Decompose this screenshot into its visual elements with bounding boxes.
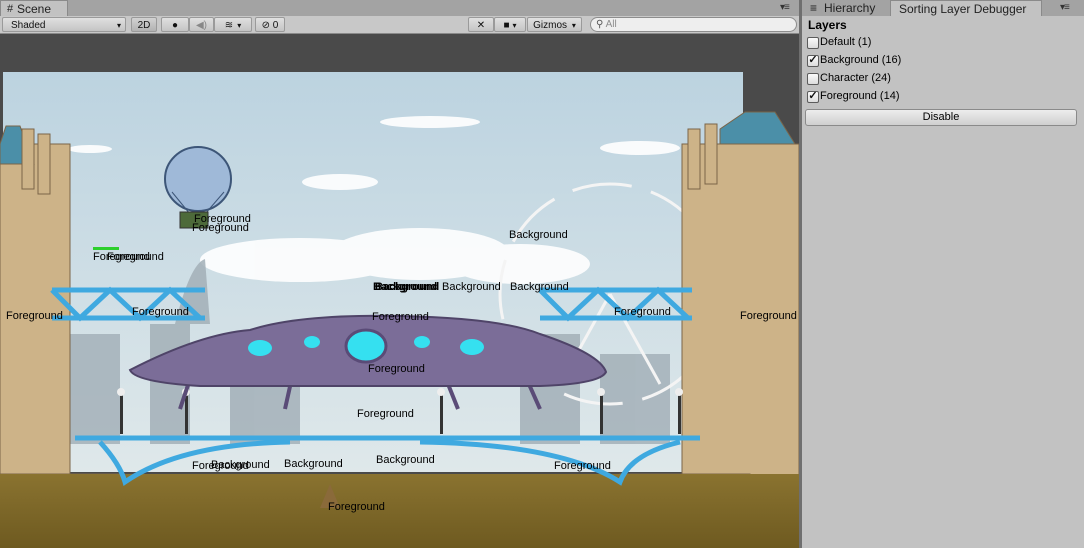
label-foreground-saucer-top: Foreground [372, 311, 429, 323]
layer-checkbox-background[interactable]: ✓ [807, 55, 819, 67]
label-background-bridge-center: Background [376, 454, 435, 466]
scene-menu-icon[interactable]: ▾≡ [780, 2, 790, 13]
label-background-bird: Background [509, 229, 568, 241]
layers-heading: Layers [808, 18, 847, 32]
hidden-objects-toggle[interactable]: ⊘ 0 [255, 17, 285, 32]
draw-mode-dropdown[interactable]: Shaded ▾ [2, 17, 126, 32]
tools-button[interactable]: ✕ [468, 17, 494, 32]
tab-sorting-layer-debugger[interactable]: Sorting Layer Debugger [890, 0, 1042, 17]
layer-checkbox-character[interactable] [807, 73, 819, 85]
layer-checkbox-foreground[interactable]: ✓ [807, 91, 819, 103]
label-background-bold-2: Background [375, 281, 440, 293]
dropdown-arrow-icon: ▾ [571, 21, 576, 30]
lightbulb-icon: ● [171, 20, 179, 31]
label-background-bridge-overlap: Background [211, 459, 270, 471]
tab-scene-label: Scene [17, 2, 52, 16]
dropdown-arrow-icon: ▾ [237, 21, 242, 30]
checkmark-icon: ✓ [808, 90, 818, 102]
mode-2d-toggle[interactable]: 2D [131, 17, 157, 32]
camera-dropdown[interactable]: ■ ▾ [494, 17, 526, 32]
audio-toggle[interactable]: ◀) [189, 17, 214, 32]
dropdown-arrow-icon: ▾ [116, 21, 121, 30]
label-foreground-saucer-mid: Foreground [368, 363, 425, 375]
hidden-count: 0 [272, 20, 279, 31]
label-foreground-walkway-left: Foreground [132, 306, 189, 318]
effects-icon: ≋ [224, 20, 234, 31]
dropdown-arrow-icon: ▾ [512, 21, 517, 30]
layer-label-background: Background (16) [820, 54, 902, 66]
search-icon: ⚲ [596, 19, 604, 30]
search-placeholder: All [605, 19, 617, 30]
checkmark-icon: ✓ [808, 54, 818, 66]
health-bar [93, 247, 119, 250]
disable-button[interactable]: Disable [805, 109, 1077, 126]
camera-icon: ■ [503, 20, 510, 31]
label-background-center-2: Background [442, 281, 501, 293]
tab-scene[interactable]: # Scene [0, 0, 68, 17]
eye-slash-icon: ⊘ [261, 20, 271, 31]
mode-2d-label: 2D [137, 20, 151, 31]
speaker-icon: ◀) [195, 20, 208, 31]
label-foreground-left-2: Foreground [107, 251, 164, 263]
label-background-center-3: Background [510, 281, 569, 293]
label-background-bridge-left: Background [284, 458, 343, 470]
gizmos-label: Gizmos [533, 20, 568, 31]
panel-tabbar: ≡ Hierarchy Sorting Layer Debugger ▾≡ [802, 0, 1084, 17]
label-foreground-crate-2: Foreground [192, 222, 249, 234]
label-foreground-tower-right: Foreground [740, 310, 797, 322]
label-foreground-tower-left: Foreground [6, 310, 63, 322]
layer-checkbox-default[interactable] [807, 37, 819, 49]
gizmos-dropdown[interactable]: Gizmos ▾ [527, 17, 582, 32]
scene-toolbar: Shaded ▾ 2D ● ◀) ≋ ▾ ⊘ 0 ✕ ■ ▾ Gizmos ▾ ⚲ … [0, 16, 799, 34]
layer-label-character: Character (24) [820, 72, 891, 84]
grid-icon: # [7, 3, 14, 15]
scene-view[interactable]: Foreground Foreground Foreground Foregro… [0, 34, 799, 548]
layer-label-default: Default (1) [820, 36, 872, 48]
river [0, 474, 799, 548]
scene-search-input[interactable]: ⚲ All [590, 17, 797, 32]
list-icon: ≡ [810, 1, 818, 15]
sorting-layer-debugger-panel: Layers Default (1) ✓ Background (16) Cha… [802, 16, 1084, 548]
tab-hierarchy-label: Hierarchy [824, 1, 876, 15]
lighting-toggle[interactable]: ● [161, 17, 189, 32]
wrench-icon: ✕ [476, 20, 486, 31]
layer-label-foreground: Foreground (14) [820, 90, 900, 102]
label-foreground-water: Foreground [328, 501, 385, 513]
label-foreground-bridge-right: Foreground [554, 460, 611, 472]
draw-mode-value: Shaded [11, 20, 46, 31]
tab-debugger-label: Sorting Layer Debugger [899, 2, 1027, 16]
panel-menu-icon[interactable]: ▾≡ [1060, 2, 1070, 13]
scene-tabbar: # Scene ▾≡ [0, 0, 799, 17]
label-foreground-walkway-right: Foreground [614, 306, 671, 318]
label-foreground-saucer-low: Foreground [357, 408, 414, 420]
effects-dropdown[interactable]: ≋ ▾ [214, 17, 252, 32]
tab-hierarchy[interactable]: ≡ Hierarchy [802, 0, 888, 16]
